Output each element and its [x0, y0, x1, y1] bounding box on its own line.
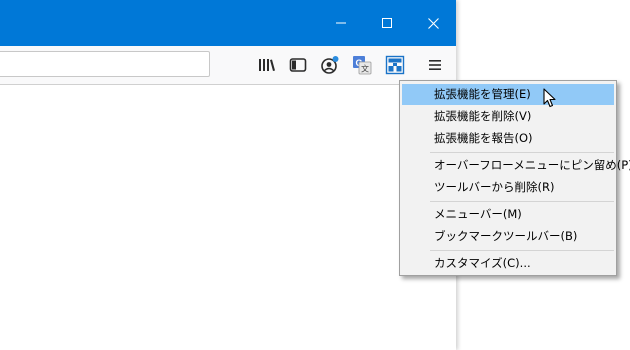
maximize-button[interactable] — [364, 0, 410, 46]
url-bar[interactable] — [0, 51, 210, 77]
close-button[interactable] — [410, 0, 456, 46]
menu-separator — [430, 152, 614, 153]
menu-separator — [430, 201, 614, 202]
minimize-button[interactable] — [318, 0, 364, 46]
menu-separator — [430, 250, 614, 251]
menu-item-remove-extension[interactable]: 拡張機能を削除(V) — [402, 106, 614, 127]
menu-item-manage-extension[interactable]: 拡張機能を管理(E) — [402, 84, 614, 105]
svg-text:文: 文 — [361, 64, 369, 74]
translate-icon[interactable]: G 文 — [351, 54, 373, 76]
sidebar-icon[interactable] — [287, 54, 309, 76]
menu-item-remove-from-toolbar[interactable]: ツールバーから削除(R) — [402, 177, 614, 198]
menu-item-pin-to-overflow[interactable]: オーバーフローメニューにピン留め(P) — [402, 155, 630, 176]
minimize-icon — [336, 18, 346, 28]
title-bar[interactable] — [0, 0, 456, 46]
page-content — [0, 85, 456, 350]
maximize-icon — [382, 18, 392, 28]
browser-window: G 文 — [0, 0, 456, 350]
menu-item-customize[interactable]: カスタマイズ(C)... — [402, 253, 614, 274]
navigation-toolbar: G 文 — [0, 46, 456, 85]
extension-icon[interactable] — [384, 54, 406, 76]
menu-item-menu-bar[interactable]: メニューバー(M) — [402, 204, 614, 225]
account-icon[interactable] — [319, 54, 341, 76]
toolbar-context-menu: 拡張機能を管理(E) 拡張機能を削除(V) 拡張機能を報告(O) オーバーフロー… — [399, 80, 630, 276]
menu-item-report-extension[interactable]: 拡張機能を報告(O) — [402, 128, 614, 149]
hamburger-menu-icon[interactable] — [424, 54, 446, 76]
menu-item-bookmarks-toolbar[interactable]: ブックマークツールバー(B) — [402, 226, 614, 247]
library-icon[interactable] — [256, 54, 278, 76]
close-icon — [427, 17, 439, 29]
